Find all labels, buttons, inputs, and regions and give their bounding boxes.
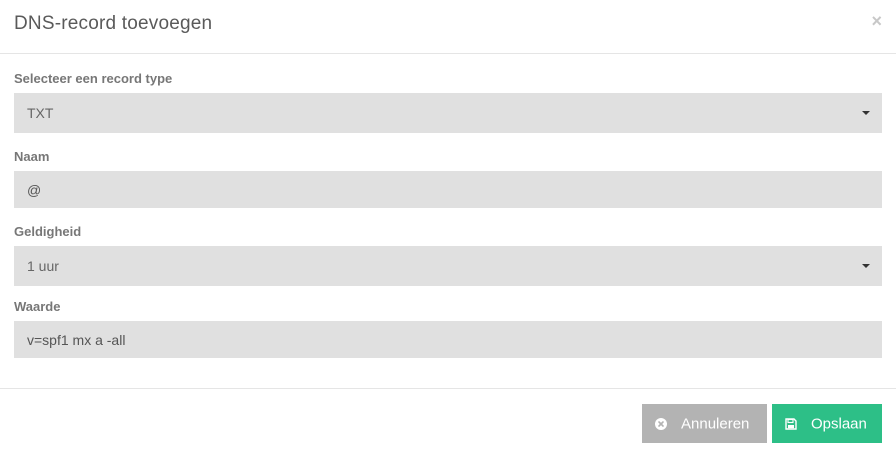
chevron-down-icon xyxy=(862,264,870,268)
name-input[interactable]: @ xyxy=(14,171,882,208)
save-button-label: Opslaan xyxy=(811,415,867,432)
value-text: v=spf1 mx a -all xyxy=(27,331,126,348)
cancel-button-label: Annuleren xyxy=(681,415,750,432)
close-icon[interactable]: × xyxy=(871,11,882,31)
dialog-header: DNS-record toevoegen × xyxy=(0,0,896,54)
chevron-down-icon xyxy=(862,111,870,115)
record-type-label: Selecteer een record type xyxy=(14,71,173,86)
times-circle-icon xyxy=(655,417,667,430)
record-type-value: TXT xyxy=(27,105,54,121)
value-input[interactable]: v=spf1 mx a -all xyxy=(14,321,882,358)
record-type-select[interactable]: TXT xyxy=(14,93,882,133)
dialog-title: DNS-record toevoegen xyxy=(14,13,213,34)
name-value: @ xyxy=(27,181,42,198)
ttl-select[interactable]: 1 uur xyxy=(14,246,882,286)
cancel-button[interactable]: Annuleren xyxy=(642,404,767,443)
floppy-disk-icon xyxy=(785,417,797,430)
dialog-footer: Annuleren Opslaan xyxy=(0,388,896,458)
save-button[interactable]: Opslaan xyxy=(772,404,882,443)
ttl-value: 1 uur xyxy=(27,258,59,274)
name-label: Naam xyxy=(14,149,50,164)
dns-record-dialog: DNS-record toevoegen × Selecteer een rec… xyxy=(0,0,896,458)
ttl-label: Geldigheid xyxy=(14,224,82,239)
value-label: Waarde xyxy=(14,299,61,314)
